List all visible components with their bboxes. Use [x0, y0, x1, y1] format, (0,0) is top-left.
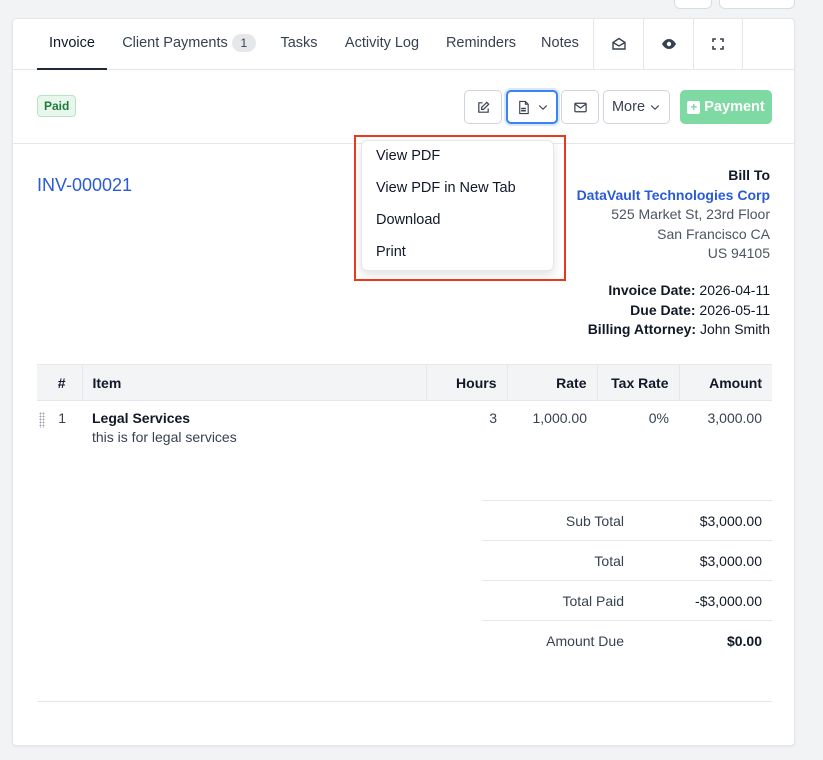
tax-rate-cell: 0% [648, 410, 669, 426]
billing-attorney: John Smith [699, 321, 770, 337]
column-header: Tax Rate [596, 364, 679, 401]
address-line: 525 Market St, 23rd Floor [611, 206, 770, 222]
add-payment-button[interactable]: + Payment [680, 90, 772, 124]
pdf-dropdown-button[interactable] [506, 90, 558, 124]
tab-label: Notes [541, 35, 579, 51]
amount-cell: 3,000.00 [707, 410, 763, 426]
eye-icon[interactable] [643, 19, 693, 69]
tab-label: Invoice [49, 35, 95, 51]
tab-bar: Invoice Client Payments 1 Tasks Activity … [13, 19, 794, 70]
drag-handle-icon[interactable] [39, 412, 45, 428]
invoice-date-label: Invoice Date: [608, 282, 696, 298]
edit-button[interactable] [464, 90, 502, 124]
attorney-label: Billing Attorney: [587, 321, 697, 337]
tab-label: Tasks [280, 35, 318, 51]
status-badge: Paid [37, 95, 77, 117]
plus-icon: + [687, 100, 701, 114]
email-button[interactable] [561, 90, 599, 124]
line-items-table: # Item Hours Rate Tax Rate Amount 1 Lega… [37, 364, 772, 454]
sub-total-value: $3,000.00 [634, 500, 772, 541]
total-label: Total [482, 540, 634, 581]
address-line: San Francisco CA [657, 225, 770, 242]
total-value: $3,000.00 [634, 540, 772, 581]
bill-to-heading: Bill To [728, 167, 770, 183]
count-badge: 1 [231, 34, 256, 53]
totals-row: Sub Total $3,000.00 [482, 500, 772, 541]
item-description: this is for legal services [92, 429, 237, 445]
tab-activity-log[interactable]: Activity Log [343, 19, 421, 70]
top-button-stub[interactable] [719, 0, 795, 9]
invoice-number: INV-000021 [37, 175, 133, 195]
totals-row: Total $3,000.00 [482, 540, 772, 581]
tab-label: Activity Log [344, 35, 420, 51]
payment-label: Payment [704, 99, 765, 115]
invoice-date: 2026-04-11 [699, 282, 770, 298]
pdf-file-icon [518, 100, 529, 114]
bill-to-block: Bill To DataVault Technologies Corp 525 … [577, 166, 770, 264]
more-button[interactable]: More [603, 90, 670, 124]
column-header: Amount [678, 364, 772, 401]
fullscreen-icon[interactable] [693, 19, 743, 69]
due-date: 2026-05-11 [699, 301, 770, 318]
column-header: Hours [425, 364, 507, 401]
totals-row: Amount Due $0.00 [482, 620, 772, 661]
amount-due-value: $0.00 [634, 620, 772, 661]
due-date-label: Due Date: [630, 301, 696, 318]
invoice-meta: Invoice Date: 2026-04-11 Due Date: 2026-… [588, 281, 770, 340]
tab-tasks[interactable]: Tasks [279, 19, 319, 70]
total-paid-value: -$3,000.00 [634, 580, 772, 621]
column-header: # [37, 364, 82, 401]
totals-table: Sub Total $3,000.00 Total $3,000.00 Tota… [482, 500, 772, 661]
item-name: Legal Services [92, 410, 191, 426]
chevron-down-icon [650, 105, 660, 111]
row-number: 1 [58, 410, 66, 426]
column-header: Rate [506, 364, 597, 401]
tab-label: Client Payments [122, 35, 228, 51]
highlight-annotation [354, 135, 566, 281]
footer-divider [37, 701, 772, 702]
rate-cell: 1,000.00 [532, 410, 588, 426]
table-row: 1 Legal Services this is for legal servi… [37, 401, 772, 455]
tab-invoice[interactable]: Invoice [37, 19, 107, 70]
tab-notes[interactable]: Notes [540, 19, 580, 70]
invoice-card: Invoice Client Payments 1 Tasks Activity … [12, 18, 795, 746]
hours-cell: 3 [489, 410, 497, 426]
total-paid-label: Total Paid [482, 580, 634, 621]
tab-client-payments[interactable]: Client Payments 1 [121, 19, 257, 70]
envelope-icon [573, 102, 587, 112]
tab-label: Reminders [445, 35, 517, 51]
more-label: More [611, 99, 646, 115]
top-button-stub[interactable] [674, 0, 712, 9]
address-line: US 94105 [707, 245, 770, 261]
edit-icon [477, 100, 490, 113]
totals-row: Total Paid -$3,000.00 [482, 580, 772, 621]
amount-due-label: Amount Due [482, 620, 634, 661]
client-link[interactable]: DataVault Technologies Corp [577, 186, 770, 206]
column-header: Item [81, 364, 426, 401]
mail-open-icon[interactable] [593, 19, 643, 69]
sub-total-label: Sub Total [482, 500, 634, 541]
tab-reminders[interactable]: Reminders [445, 19, 517, 70]
chevron-down-icon [538, 105, 547, 111]
